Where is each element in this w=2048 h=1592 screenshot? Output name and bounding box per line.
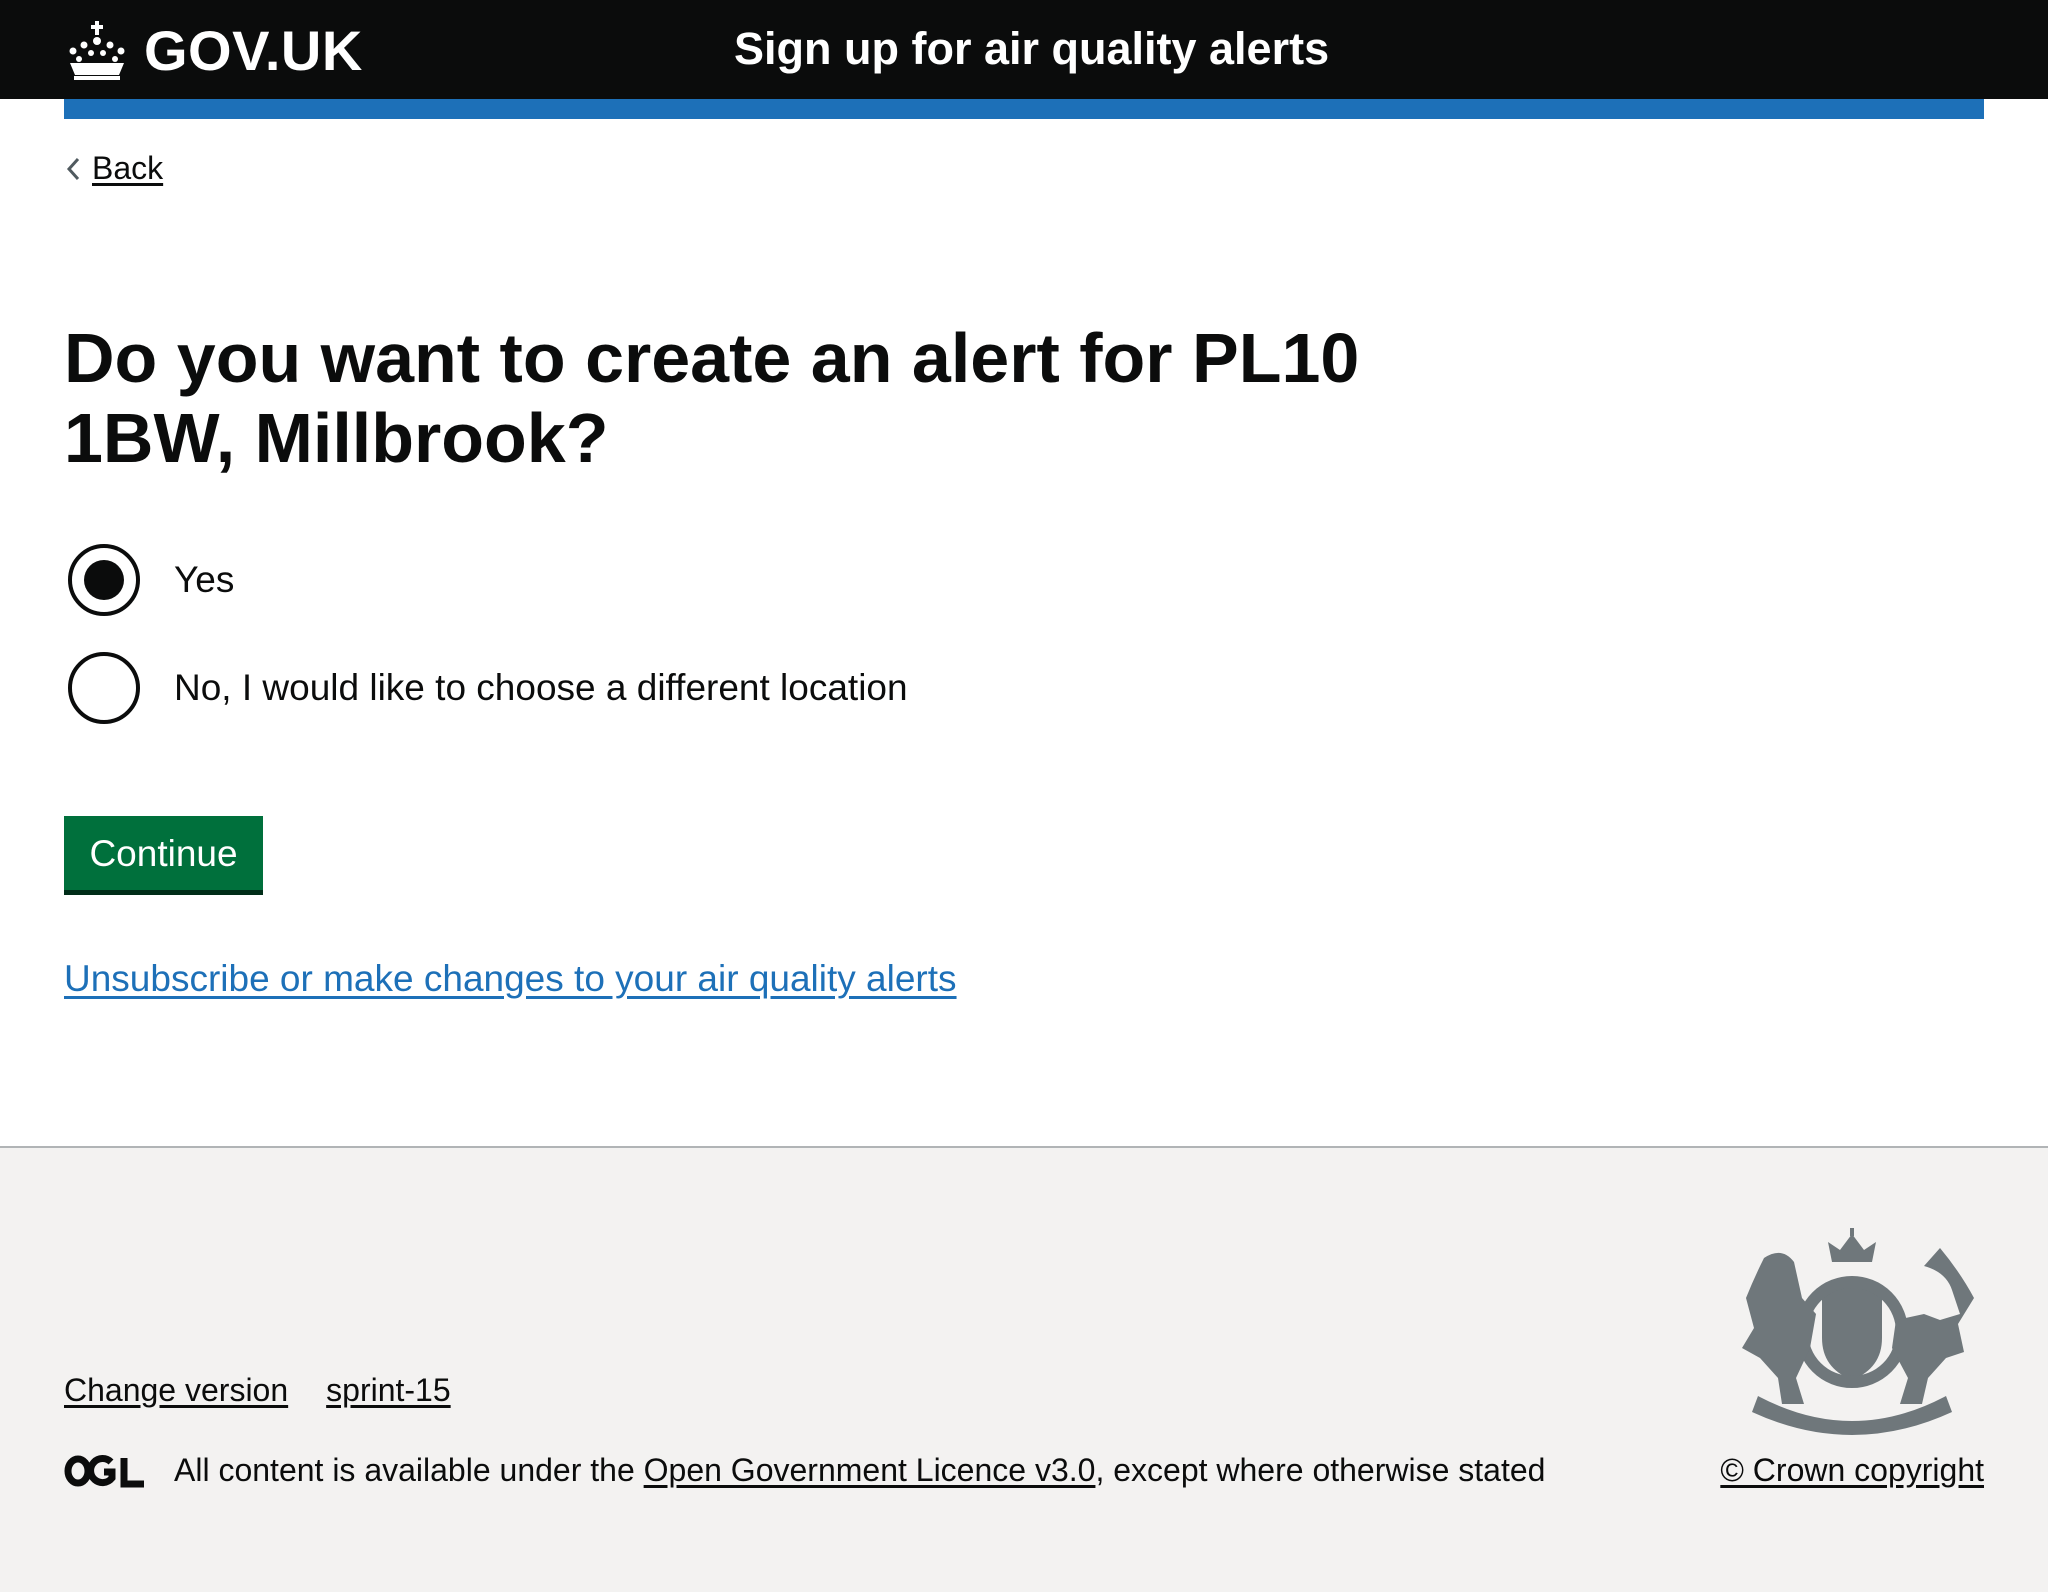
licence-suffix: , except where otherwise stated bbox=[1095, 1452, 1546, 1488]
radio-button-no[interactable] bbox=[68, 652, 140, 724]
sprint-link[interactable]: sprint-15 bbox=[326, 1372, 451, 1409]
licence-link[interactable]: Open Government Licence v3.0 bbox=[644, 1452, 1096, 1489]
licence-statement: All content is available under the Open … bbox=[64, 1452, 1545, 1489]
crown-copyright-link[interactable]: © Crown copyright bbox=[1720, 1452, 1984, 1489]
royal-coat-of-arms-icon bbox=[1742, 1228, 1974, 1435]
chevron-left-icon bbox=[66, 157, 80, 180]
radio-button-yes[interactable] bbox=[68, 544, 140, 616]
change-version-link[interactable]: Change version bbox=[64, 1372, 288, 1409]
radio-label-no[interactable]: No, I would like to choose a different l… bbox=[174, 667, 908, 709]
back-link[interactable]: Back bbox=[64, 150, 163, 187]
radio-option-no[interactable]: No, I would like to choose a different l… bbox=[64, 652, 908, 724]
logo-text: GOV.UK bbox=[144, 18, 363, 82]
crown-icon bbox=[69, 21, 125, 80]
manage-alerts-link[interactable]: Unsubscribe or make changes to your air … bbox=[64, 958, 957, 1000]
header-accent-bar bbox=[64, 99, 1984, 119]
site-footer: Change version sprint-15 All content is … bbox=[0, 1146, 2048, 1592]
radio-selected-dot bbox=[84, 560, 124, 600]
service-name-link[interactable]: Sign up for air quality alerts bbox=[734, 18, 1329, 80]
page-title: Do you want to create an alert for PL10 … bbox=[64, 319, 1360, 477]
ogl-logo-icon bbox=[64, 1454, 144, 1487]
back-link-label: Back bbox=[92, 150, 164, 186]
continue-button[interactable]: Continue bbox=[64, 816, 263, 890]
site-header: GOV.UK Sign up for air quality alerts bbox=[0, 0, 2048, 99]
footer-meta-links: Change version sprint-15 bbox=[64, 1372, 451, 1409]
licence-prefix: All content is available under the bbox=[174, 1452, 644, 1488]
radio-option-yes[interactable]: Yes bbox=[64, 544, 234, 616]
radio-label-yes[interactable]: Yes bbox=[174, 559, 234, 601]
govuk-logo-link[interactable]: GOV.UK bbox=[64, 10, 363, 90]
